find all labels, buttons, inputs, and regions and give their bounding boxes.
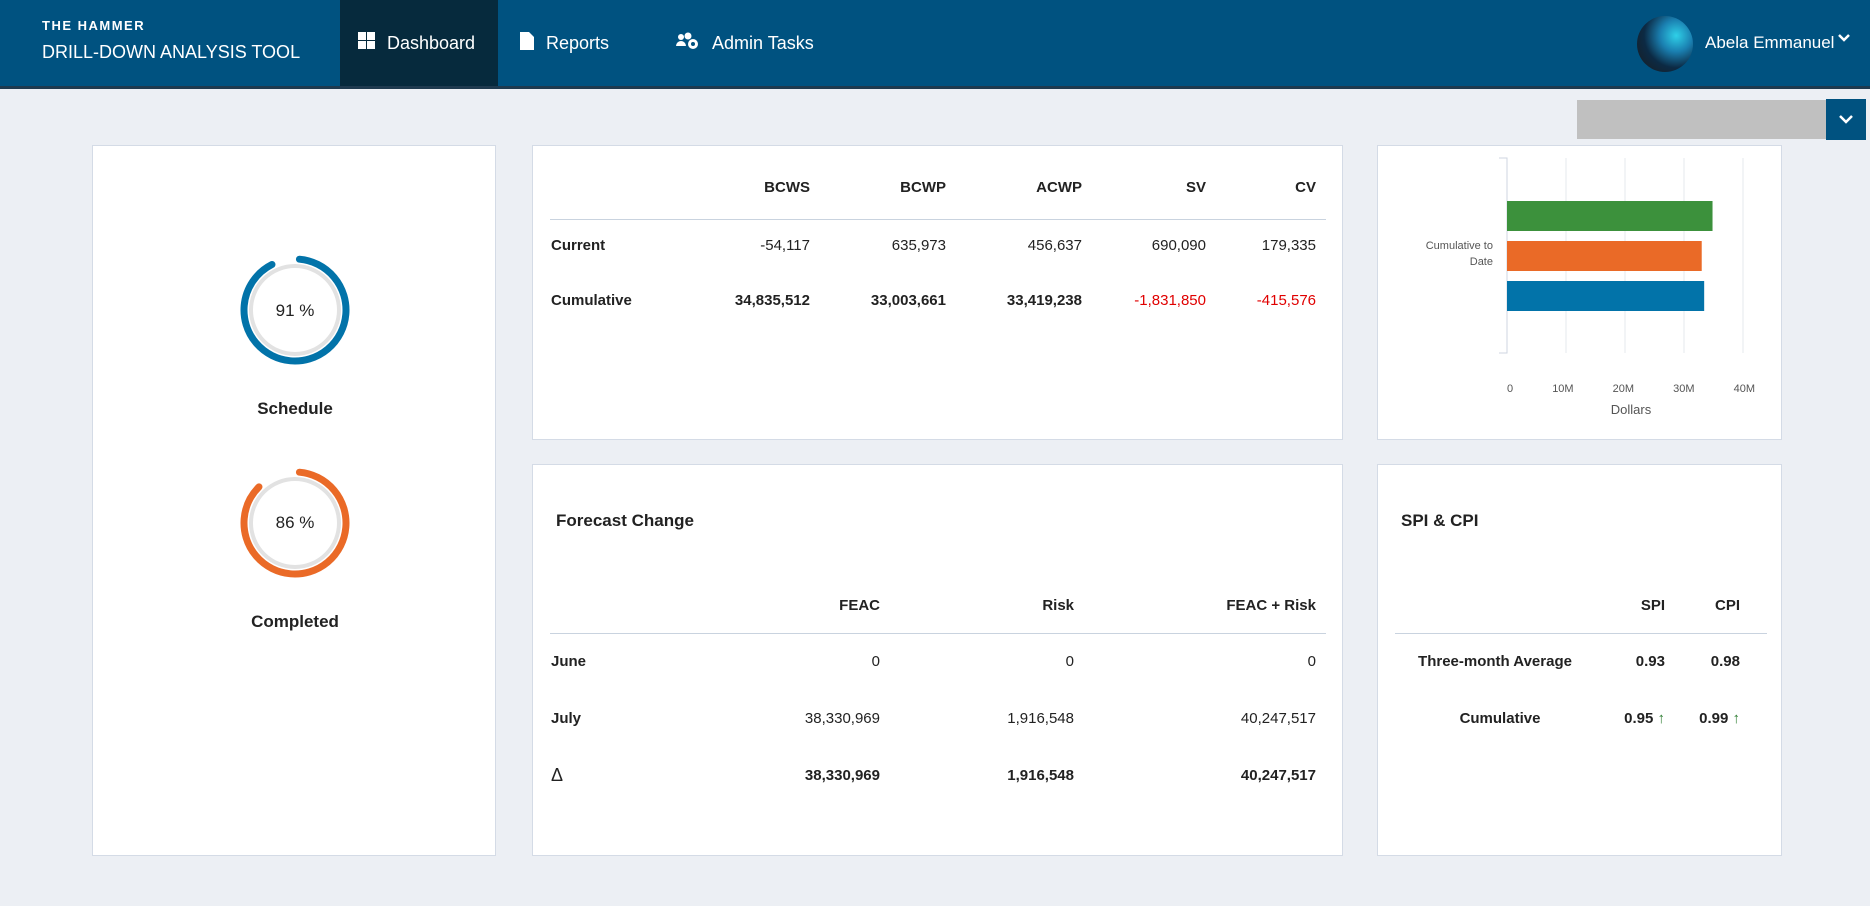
nav-dashboard[interactable]: Dashboard (340, 0, 498, 86)
cell: 0 (871, 653, 880, 670)
cell: 40,247,517 (1240, 767, 1316, 784)
bar-chart (1499, 157, 1744, 354)
arrow-up-icon: ↑ (1732, 710, 1741, 727)
cell-negative: -415,576 (1256, 292, 1316, 309)
completed-label: Completed (251, 612, 339, 631)
progress-card: 91 % Schedule 86 % Completed (92, 145, 496, 856)
cell: 456,637 (1027, 237, 1082, 254)
forecast-change-card: Forecast Change FEAC Risk FEAC + Risk Ju… (532, 464, 1343, 856)
cell: 1,916,548 (1007, 767, 1074, 784)
row-label-delta: Δ (551, 765, 564, 785)
top-navbar: THE HAMMER DRILL-DOWN ANALYSIS TOOL Dash… (0, 0, 1870, 89)
spi-cpi-card: SPI & CPI SPI CPI Three-month Average 0.… (1377, 464, 1782, 856)
user-name[interactable]: Abela Emmanuel (1705, 33, 1834, 53)
col-risk: Risk (1042, 597, 1074, 614)
x-tick-labels: 0 10M 20M 30M 40M (1507, 383, 1755, 395)
col-acwp: ACWP (1036, 179, 1082, 196)
category-label: Cumulative to Date (1425, 240, 1493, 268)
col-bcws: BCWS (764, 179, 810, 196)
row-label-current: Current (551, 237, 606, 254)
card-title: SPI & CPI (1401, 511, 1479, 530)
cell: 34,835,512 (734, 292, 810, 309)
project-select[interactable] (1577, 100, 1826, 139)
col-cpi: CPI (1714, 597, 1740, 614)
cpi-cumulative: 0.99 (1699, 710, 1729, 727)
divider (1395, 633, 1767, 634)
cell: 38,330,969 (804, 767, 880, 784)
bar (1507, 241, 1702, 271)
nav-admin-tasks-label: Admin Tasks (712, 32, 814, 53)
col-bcwp: BCWP (900, 179, 946, 196)
windows-grid-icon (358, 32, 375, 54)
cell: 0 (1307, 653, 1316, 670)
schedule-gauge-value: 91 % (275, 301, 315, 320)
x-tick: 0 (1507, 383, 1514, 395)
gauge-rings (240, 255, 350, 578)
row-label: June (551, 653, 587, 670)
nav-reports[interactable]: Reports (520, 0, 609, 86)
row-label: Three-month Average (1418, 653, 1572, 670)
nav-reports-label: Reports (546, 32, 610, 53)
cpi-value: 0.98 (1710, 653, 1740, 670)
app-title: DRILL-DOWN ANALYSIS TOOL (42, 42, 301, 62)
cpi-value: 0.99 ↑ (1699, 710, 1740, 727)
chevron-down-icon[interactable] (1838, 30, 1850, 46)
row-label: July (551, 710, 582, 727)
row-label: Cumulative (1459, 710, 1541, 727)
x-tick: 40M (1733, 383, 1755, 395)
earned-value-card: BCWS BCWP ACWP SV CV Current -54,117 635… (532, 145, 1343, 440)
cumulative-chart-card: Cumulative to Date 0 10M 20M 30M 40M Dol… (1377, 145, 1782, 440)
divider (550, 633, 1326, 634)
cell-negative: -1,831,850 (1134, 292, 1206, 309)
bar (1507, 281, 1705, 311)
row-label-cumulative: Cumulative (551, 292, 632, 309)
card-title: Forecast Change (556, 511, 694, 530)
cell: 1,916,548 (1007, 710, 1074, 727)
cell: 33,003,661 (870, 292, 946, 309)
x-axis-label: Dollars (1610, 402, 1652, 417)
cell: 40,247,517 (1240, 710, 1316, 727)
cell: 635,973 (891, 237, 946, 254)
col-spi: SPI (1640, 597, 1665, 614)
x-tick: 30M (1673, 383, 1695, 395)
bar (1507, 201, 1713, 231)
schedule-label: Schedule (257, 399, 333, 418)
col-cv: CV (1295, 179, 1316, 196)
document-icon (520, 31, 534, 55)
arrow-up-icon: ↑ (1657, 710, 1666, 727)
x-tick: 10M (1552, 383, 1574, 395)
y-axis (1499, 157, 1508, 354)
nav-admin-tasks[interactable]: Admin Tasks (676, 0, 814, 86)
nav-dashboard-label: Dashboard (387, 32, 476, 53)
cell: 38,330,969 (804, 710, 880, 727)
cell: 33,419,238 (1006, 292, 1082, 309)
brand-name: THE HAMMER (42, 18, 146, 33)
project-select-toggle[interactable] (1826, 99, 1866, 140)
divider (550, 219, 1326, 220)
chevron-down-icon (1839, 111, 1853, 129)
spi-value: 0.95 ↑ (1624, 710, 1665, 727)
col-feac-risk: FEAC + Risk (1226, 597, 1316, 614)
col-feac: FEAC (839, 597, 880, 614)
users-cog-icon (676, 32, 700, 55)
cell: -54,117 (760, 237, 810, 254)
spi-value: 0.93 (1635, 653, 1665, 670)
col-sv: SV (1185, 179, 1206, 196)
cell: 690,090 (1151, 237, 1206, 254)
spi-cumulative: 0.95 (1624, 710, 1654, 727)
cell: 0 (1065, 653, 1074, 670)
avatar[interactable] (1637, 16, 1693, 72)
cell: 179,335 (1261, 237, 1316, 254)
completed-gauge-value: 86 % (275, 513, 315, 532)
x-tick: 20M (1612, 383, 1635, 395)
